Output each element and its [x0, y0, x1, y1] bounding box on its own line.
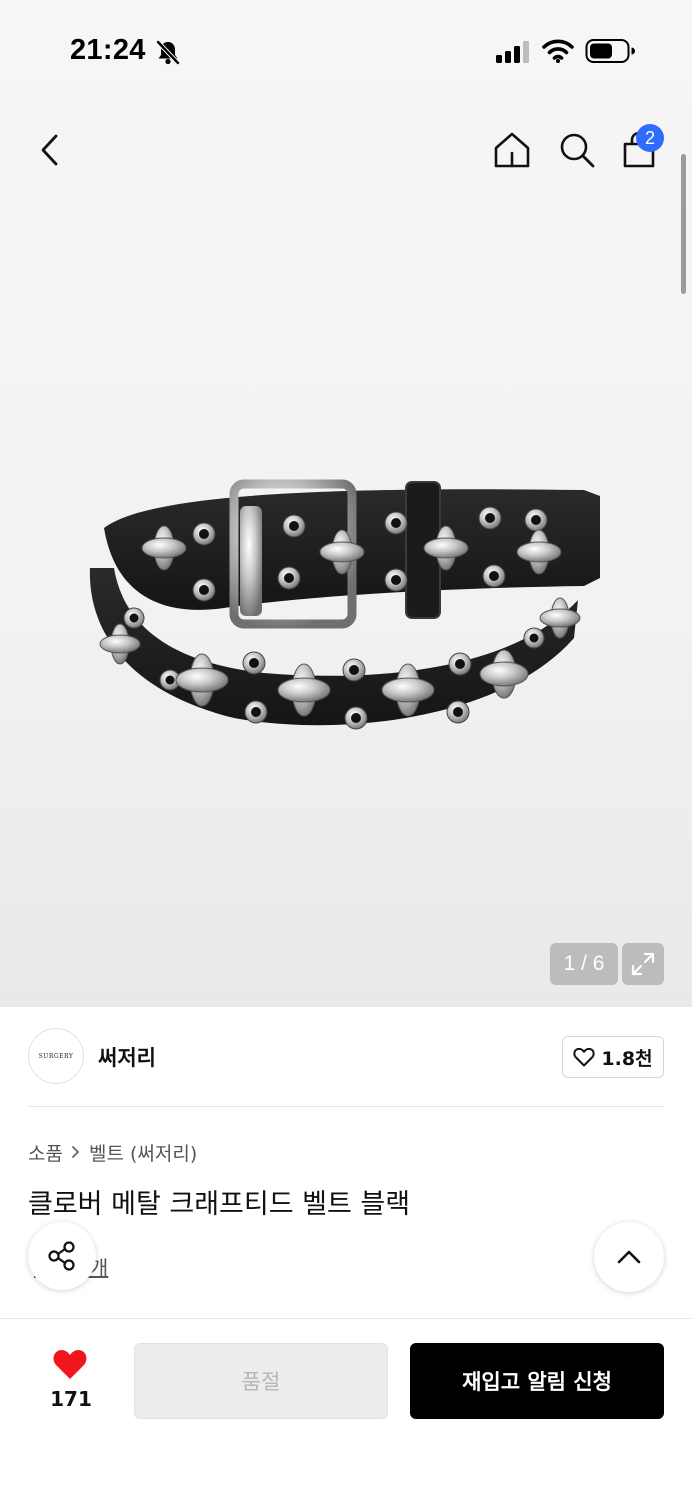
share-button[interactable] [28, 1222, 96, 1290]
brand-logo[interactable]: SURGERY [28, 1028, 84, 1084]
brand-like-button[interactable]: 1.8천 [562, 1036, 664, 1078]
product-title: 클로버 메탈 크래프티드 벨트 블랙 [28, 1189, 411, 1220]
product-gallery[interactable]: 21:24 2 1 / 6 [0, 0, 692, 1007]
product-image [89, 479, 600, 730]
breadcrumb-item-accessories[interactable]: 소품 [28, 1139, 63, 1166]
brand-name[interactable]: 써저리 [98, 1042, 156, 1072]
share-icon [48, 1241, 75, 1271]
wifi-icon [542, 39, 574, 63]
divider [28, 1106, 664, 1107]
expand-button[interactable] [622, 943, 664, 985]
status-bar: 21:24 [0, 0, 692, 100]
breadcrumb-item-belt[interactable]: 벨트 (써저리) [89, 1139, 197, 1166]
brand-row: SURGERY 써저리 1.8천 [28, 1028, 664, 1086]
chevron-right-icon [72, 1146, 79, 1158]
brand-logo-text: SURGERY [38, 1052, 74, 1060]
battery-icon [585, 39, 635, 63]
scroll-top-button[interactable] [594, 1222, 664, 1292]
heart-filled-icon [53, 1349, 87, 1379]
bottom-action-bar: 171 품절 재입고 알림 신청 [0, 1318, 692, 1500]
back-arrow-icon[interactable] [30, 128, 70, 172]
status-time: 21:24 [70, 34, 146, 66]
scroll-indicator [681, 154, 686, 294]
brand-like-count: 1.8천 [601, 1047, 653, 1070]
heart-outline-icon [573, 1047, 596, 1067]
chevron-up-icon [617, 1250, 641, 1264]
wishlist-button[interactable]: 171 [36, 1347, 106, 1417]
signal-icon [496, 41, 529, 63]
cart-count-badge: 2 [636, 124, 664, 152]
expand-icon [631, 952, 655, 976]
breadcrumb: 소품 벨트 (써저리) [28, 1138, 197, 1166]
bell-slash-icon [156, 40, 180, 65]
home-icon[interactable] [490, 128, 534, 172]
image-pager: 1 / 6 [550, 943, 618, 985]
restock-alert-button[interactable]: 재입고 알림 신청 [410, 1343, 664, 1419]
sold-out-button: 품절 [134, 1343, 388, 1419]
search-icon[interactable] [555, 128, 599, 172]
wishlist-count: 171 [50, 1387, 92, 1411]
